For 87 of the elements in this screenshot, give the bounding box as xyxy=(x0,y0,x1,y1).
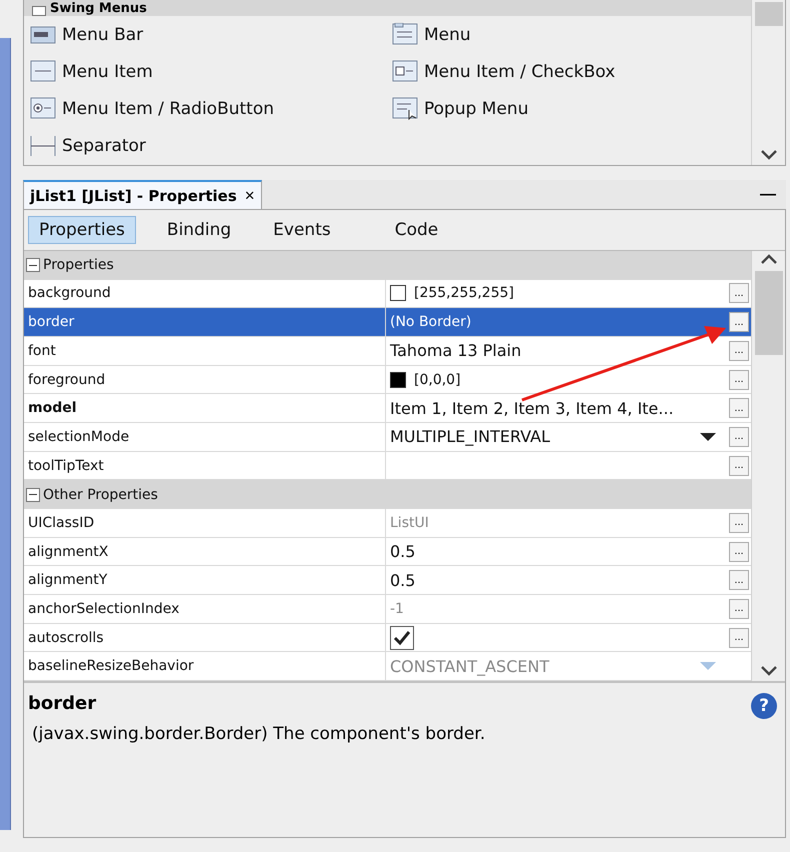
property-name: selectionMode xyxy=(24,423,386,451)
ellipsis-button[interactable]: ... xyxy=(729,456,749,476)
property-value: -1 xyxy=(390,600,404,617)
ellipsis-button[interactable]: ... xyxy=(729,570,749,590)
separator-icon xyxy=(30,134,56,156)
menu-component-icon xyxy=(392,97,418,120)
scroll-down-icon[interactable] xyxy=(760,665,778,677)
ellipsis-button[interactable]: ... xyxy=(729,512,749,533)
property-row[interactable]: autoscrolls ... xyxy=(24,624,751,652)
property-name: alignmentY xyxy=(24,566,386,594)
property-row[interactable]: selectionMode MULTIPLE_INTERVAL ... xyxy=(24,423,751,452)
tab[interactable]: Code xyxy=(384,216,450,244)
property-name: baselineResizeBehavior xyxy=(24,652,386,680)
scrollbar[interactable] xyxy=(751,251,785,681)
scroll-up-icon[interactable] xyxy=(760,253,778,265)
close-button[interactable]: × xyxy=(244,186,255,206)
tab[interactable]: Events xyxy=(262,216,342,244)
property-row[interactable]: model Item 1, Item 2, Item 3, Item 4, Ite... ... xyxy=(24,394,751,424)
property-value: Item 1, Item 2, Item 3, Item 4, Ite... xyxy=(390,398,674,418)
property-row[interactable]: baselineResizeBehavior CONSTANT_ASCENT xyxy=(24,652,751,681)
ellipsis-button[interactable]: ... xyxy=(729,628,749,648)
property-value: [0,0,0] xyxy=(414,372,461,388)
property-row[interactable]: border (No Border) ... xyxy=(24,308,751,337)
tab[interactable]: Properties xyxy=(28,216,136,244)
tab[interactable]: Binding xyxy=(156,216,242,244)
scrollbar-thumb[interactable] xyxy=(754,2,782,26)
ellipsis-button[interactable]: ... xyxy=(729,598,749,619)
minimize-button[interactable]: — xyxy=(750,180,786,209)
property-value: (No Border) xyxy=(390,314,472,330)
property-name: foreground xyxy=(24,366,386,394)
property-name: border xyxy=(24,308,386,336)
palette-item[interactable]: Popup Menu xyxy=(392,90,751,127)
palette-item[interactable]: Menu Item xyxy=(30,53,392,90)
help-icon[interactable]: ? xyxy=(751,693,777,719)
palette-item[interactable]: Menu Item / RadioButton xyxy=(30,90,392,127)
palette-item[interactable]: Menu Item / CheckBox xyxy=(392,53,751,90)
section-header[interactable]: Other Properties xyxy=(24,480,751,510)
property-name: font xyxy=(24,337,386,365)
property-value: 0.5 xyxy=(390,570,416,590)
ellipsis-button[interactable]: ... xyxy=(729,398,749,418)
section-header[interactable]: Properties xyxy=(24,251,751,280)
category-header[interactable]: Swing Menus xyxy=(24,0,751,16)
palette-item[interactable]: Menu xyxy=(392,16,751,53)
ellipsis-button[interactable]: ... xyxy=(729,426,749,447)
ellipsis-button[interactable]: ... xyxy=(729,370,749,390)
window-tab[interactable]: jList1 [JList] - Properties × xyxy=(23,180,262,209)
menu-component-icon xyxy=(392,60,418,83)
description-title: border xyxy=(28,693,96,714)
property-name: anchorSelectionIndex xyxy=(24,595,386,623)
property-row[interactable]: foreground [0,0,0] ... xyxy=(24,366,751,394)
property-value: [255,255,255] xyxy=(414,285,514,302)
palette-item[interactable]: Menu Bar xyxy=(30,16,392,53)
ellipsis-button[interactable]: ... xyxy=(729,312,749,332)
ellipsis-button[interactable]: ... xyxy=(729,542,749,562)
dropdown-arrow-icon[interactable] xyxy=(699,432,717,442)
property-name: toolTipText xyxy=(24,452,386,480)
property-name: background xyxy=(24,280,386,308)
property-name: UIClassID xyxy=(24,509,386,537)
menu-bar-icon xyxy=(30,24,56,46)
collapse-icon[interactable] xyxy=(26,258,40,272)
property-row[interactable]: font Tahoma 13 Plain ... xyxy=(24,337,751,366)
property-row[interactable]: UIClassID ListUI ... xyxy=(24,509,751,538)
scrollbar[interactable] xyxy=(751,0,785,165)
property-name: model xyxy=(24,394,386,422)
menu-component-icon xyxy=(30,60,56,83)
scrollbar-thumb[interactable] xyxy=(754,271,782,355)
checkbox[interactable] xyxy=(390,626,414,650)
ellipsis-button[interactable]: ... xyxy=(729,283,749,304)
property-value: 0.5 xyxy=(390,542,416,562)
scroll-down-icon[interactable] xyxy=(760,149,778,161)
property-name: autoscrolls xyxy=(24,624,386,652)
property-row[interactable]: background [255,255,255] ... xyxy=(24,280,751,308)
property-row[interactable]: alignmentX 0.5 ... xyxy=(24,538,751,566)
property-value: Tahoma 13 Plain xyxy=(390,341,522,360)
property-row[interactable]: alignmentY 0.5 ... xyxy=(24,566,751,596)
collapse-icon[interactable] xyxy=(26,488,40,502)
menu-component-icon xyxy=(30,97,56,120)
property-row[interactable]: toolTipText ... xyxy=(24,452,751,480)
description-text: (javax.swing.border.Border) The component's border. xyxy=(31,724,486,744)
property-value: MULTIPLE_INTERVAL xyxy=(390,427,550,446)
property-name: alignmentX xyxy=(24,538,386,566)
property-value: ListUI xyxy=(390,514,429,531)
palette-item[interactable]: Separator xyxy=(30,127,392,164)
ellipsis-button[interactable]: ... xyxy=(729,340,749,361)
menu-component-icon xyxy=(392,23,418,46)
property-value: CONSTANT_ASCENT xyxy=(390,656,550,676)
property-row[interactable]: anchorSelectionIndex -1 ... xyxy=(24,595,751,624)
